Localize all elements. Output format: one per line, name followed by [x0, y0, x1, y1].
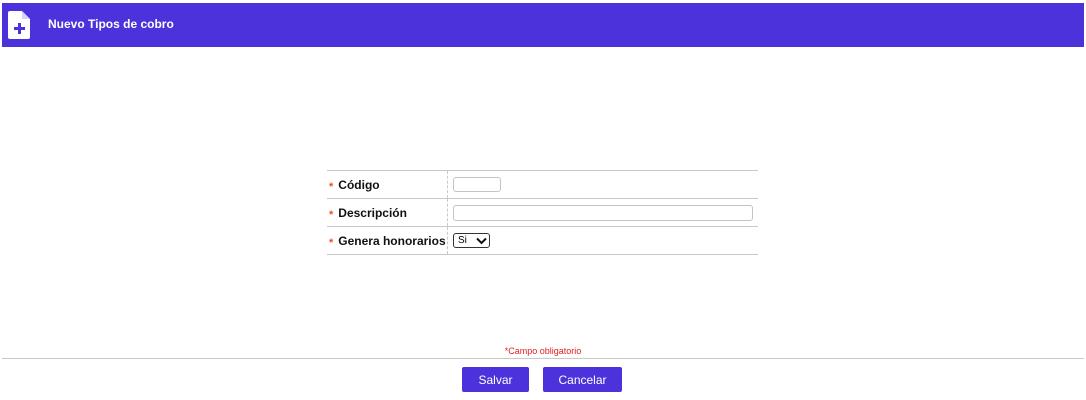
required-note: *Campo obligatorio	[504, 346, 582, 356]
select-value: Si	[458, 235, 467, 246]
form-table: * Código * Descripción * Genera honorari…	[327, 170, 758, 255]
form-row-codigo: * Código	[327, 171, 758, 199]
field-label-cell: * Código	[327, 171, 448, 198]
page-title: Nuevo Tipos de cobro	[48, 17, 174, 31]
form-row-genera-honorarios: * Genera honorarios Si	[327, 227, 758, 255]
required-marker: *	[329, 208, 334, 221]
field-value-cell	[448, 171, 758, 198]
genera-honorarios-select[interactable]: Si	[453, 233, 490, 248]
field-value-cell	[448, 199, 758, 226]
genera-honorarios-label: Genera honorarios	[338, 233, 446, 248]
file-add-icon	[8, 11, 30, 39]
field-label-cell: * Descripción	[327, 199, 448, 226]
field-label-cell: * Genera honorarios	[327, 227, 448, 254]
descripcion-label: Descripción	[338, 205, 407, 220]
footer-divider	[2, 358, 1084, 359]
codigo-input[interactable]	[453, 177, 501, 192]
form-row-descripcion: * Descripción	[327, 199, 758, 227]
page-header: Nuevo Tipos de cobro	[2, 3, 1084, 47]
required-marker: *	[329, 236, 334, 249]
descripcion-input[interactable]	[453, 204, 753, 221]
required-marker: *	[329, 180, 334, 193]
chevron-down-icon	[476, 237, 487, 244]
field-value-cell: Si	[448, 227, 758, 254]
save-button[interactable]: Salvar	[462, 367, 529, 392]
codigo-label: Código	[338, 177, 380, 192]
cancel-button[interactable]: Cancelar	[543, 367, 622, 392]
